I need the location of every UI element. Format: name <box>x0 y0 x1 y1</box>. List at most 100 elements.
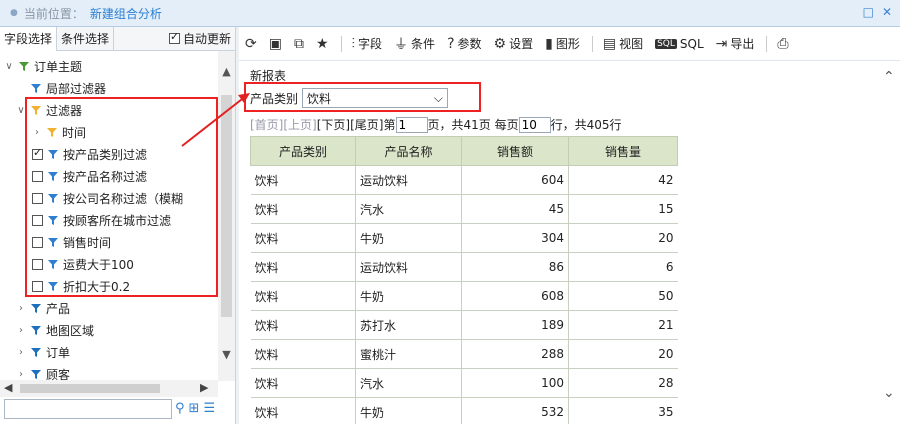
toolbar-button[interactable]: ⇥ 导出 <box>716 35 755 52</box>
tree-node[interactable]: › 顾客 <box>16 363 70 382</box>
location-value[interactable]: 新建组合分析 <box>90 5 162 22</box>
tree-node[interactable]: ∨ 过滤器 <box>16 99 82 121</box>
toolbar-button[interactable]: ⧉ <box>294 36 304 52</box>
table-cell: 6 <box>568 252 678 282</box>
toolbar-button[interactable]: ⚙ 设置 <box>494 35 534 52</box>
toolbar-button[interactable]: ⏚ 条件 <box>394 34 435 54</box>
tree-node[interactable]: › 订单 <box>16 341 70 363</box>
product-category-select[interactable]: 饮料 ⌵ <box>302 88 449 108</box>
close-icon[interactable]: ✕ <box>882 5 892 19</box>
chevron-right-icon[interactable]: › <box>16 325 26 336</box>
page-input[interactable] <box>395 116 428 133</box>
table-row[interactable]: 饮料 运动饮料 86 6 <box>250 252 678 282</box>
tree-node[interactable]: › 地图区域 <box>16 319 94 341</box>
location-dot-icon: ● <box>10 8 18 18</box>
search-icon[interactable]: ⚲ <box>175 401 185 416</box>
column-header[interactable]: 产品类别 <box>250 136 356 166</box>
table-row[interactable]: 饮料 牛奶 304 20 <box>250 223 678 253</box>
chevron-down-icon[interactable]: ∨ <box>4 61 14 72</box>
last-page-link[interactable]: [尾页] <box>350 116 383 133</box>
table-cell: 21 <box>568 310 678 340</box>
toolbar-label: 条件 <box>411 37 436 51</box>
scroll-left-icon[interactable]: ◀ <box>4 381 12 394</box>
chevron-right-icon[interactable]: › <box>16 347 26 358</box>
toolbar-label: SQL <box>679 36 704 51</box>
toolbar-button[interactable]: ? 参数 <box>447 35 481 52</box>
tab-condition-select[interactable]: 条件选择 <box>57 26 115 51</box>
chevron-right-icon[interactable]: › <box>32 127 42 138</box>
scroll-down-icon[interactable]: ▼ <box>218 348 235 361</box>
local-filter-icon <box>30 82 42 94</box>
table-row[interactable]: 饮料 牛奶 608 50 <box>250 281 678 311</box>
print-icon: ⎙ <box>777 35 789 52</box>
toolbar-button[interactable]: SQL SQL <box>655 37 704 51</box>
table-row[interactable]: 饮料 苏打水 189 21 <box>250 310 678 340</box>
tree-node[interactable]: 折扣大于0.2 <box>32 275 130 297</box>
table-row[interactable]: 饮料 汽水 45 15 <box>250 194 678 224</box>
per-page-input[interactable] <box>518 116 551 133</box>
filter-checkbox[interactable] <box>32 214 43 226</box>
tree-node[interactable]: 按顾客所在城市过滤 <box>32 209 171 231</box>
next-page-link[interactable]: [下页] <box>317 116 350 133</box>
toolbar-button[interactable]: ▣ <box>269 36 282 52</box>
tree-horizontal-scrollbar[interactable]: ◀ ▶ <box>0 380 218 397</box>
tree-search-input[interactable] <box>4 399 172 419</box>
tab-field-select[interactable]: 字段选择 <box>0 26 58 51</box>
toolbar-button[interactable]: ▮ 图形 <box>545 35 580 52</box>
auto-update-toggle[interactable]: 自动更新 <box>168 30 235 47</box>
table-cell: 28 <box>568 368 678 398</box>
filter-checkbox[interactable] <box>32 146 43 160</box>
tree-node[interactable]: › 时间 <box>32 121 86 143</box>
filter-checkbox[interactable] <box>32 170 43 182</box>
toolbar-button[interactable]: ⫶ 字段 <box>352 35 383 52</box>
toolbar-button[interactable]: ▤ 视图 <box>603 35 643 52</box>
table-row[interactable]: 饮料 汽水 100 28 <box>250 368 678 398</box>
list-icon[interactable]: ☰ <box>203 401 215 416</box>
auto-update-checkbox[interactable] <box>168 30 180 44</box>
hscroll-thumb[interactable] <box>20 384 160 393</box>
hierarchy-icon[interactable]: ⊞ <box>189 401 200 416</box>
column-header[interactable]: 销售额 <box>461 136 569 166</box>
report-scrollbar[interactable]: ⌃ ⌄ <box>880 61 900 424</box>
prev-page-link[interactable]: [上页] <box>283 116 316 133</box>
filter-checkbox[interactable] <box>32 280 43 292</box>
scroll-up-icon[interactable]: ⌃ <box>883 69 895 85</box>
view-icon: ▤ <box>602 35 617 52</box>
tree-node[interactable]: 按产品名称过滤 <box>32 165 147 187</box>
tree-vertical-scrollbar[interactable]: ▲ ▼ <box>218 51 235 381</box>
column-header[interactable]: 销售量 <box>568 136 678 166</box>
filter-checkbox[interactable] <box>32 258 43 270</box>
chevron-right-icon[interactable]: › <box>16 369 26 380</box>
table-row[interactable]: 饮料 运动饮料 604 42 <box>250 165 678 195</box>
maximize-icon[interactable]: □ <box>863 5 874 19</box>
tree-node[interactable]: 销售时间 <box>32 231 111 253</box>
panel-splitter[interactable] <box>236 27 239 424</box>
scroll-down-icon[interactable]: ⌄ <box>883 385 895 401</box>
column-header[interactable]: 产品名称 <box>355 136 462 166</box>
export-icon: ⇥ <box>715 35 728 52</box>
chevron-right-icon[interactable]: › <box>16 303 26 314</box>
table-cell: 汽水 <box>355 368 462 398</box>
scroll-right-icon[interactable]: ▶ <box>200 381 208 394</box>
scroll-thumb[interactable] <box>221 95 232 317</box>
first-page-link[interactable]: [首页] <box>250 116 283 133</box>
save-icon: ▣ <box>268 35 282 52</box>
tree-node[interactable]: 运费大于100 <box>32 253 134 275</box>
table-cell: 牛奶 <box>355 281 462 311</box>
table-row[interactable]: 饮料 牛奶 532 35 <box>250 397 678 424</box>
tree-node[interactable]: 局部过滤器 <box>16 77 106 99</box>
param-icon: ? <box>447 35 455 52</box>
toolbar-button[interactable]: ⎙ <box>777 36 788 52</box>
filter-checkbox[interactable] <box>32 192 43 204</box>
chevron-down-icon[interactable]: ∨ <box>16 105 26 116</box>
tree-node[interactable]: 按公司名称过滤（模糊 <box>32 187 183 209</box>
scroll-up-icon[interactable]: ▲ <box>218 65 235 78</box>
tree-node[interactable]: 按产品类别过滤 <box>32 143 147 165</box>
tree-node[interactable]: › 产品 <box>16 297 70 319</box>
table-row[interactable]: 饮料 蜜桃汁 288 20 <box>250 339 678 369</box>
filter-checkbox[interactable] <box>32 236 43 248</box>
tree-node[interactable]: ∨ 订单主题 <box>4 55 82 77</box>
toolbar-button[interactable]: ★ <box>316 36 329 52</box>
subject-icon <box>18 60 30 72</box>
toolbar-button[interactable]: ⟳ <box>245 36 257 52</box>
